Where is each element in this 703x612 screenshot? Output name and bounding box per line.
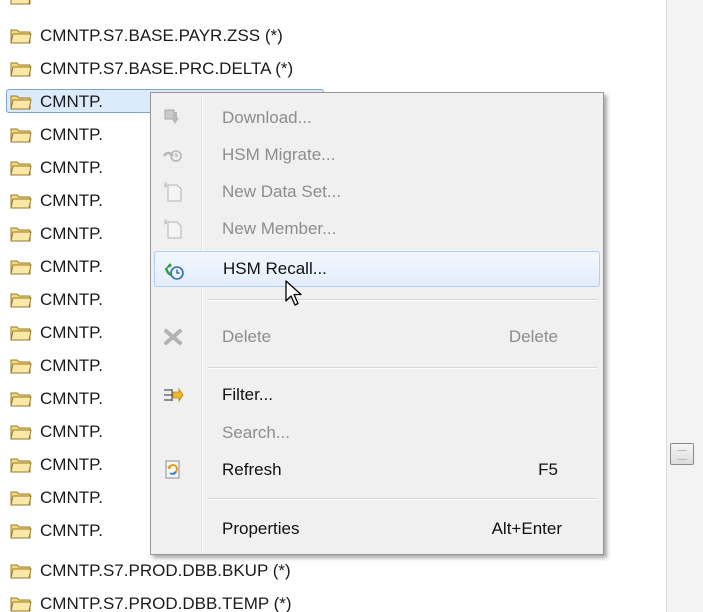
hsm-recall-icon <box>164 263 184 280</box>
folder-icon <box>10 62 32 77</box>
folder-icon <box>10 392 32 407</box>
tree-row[interactable]: CMNTP.S7.PROD.DBB.TEMP (*) <box>0 591 292 612</box>
folder-icon <box>10 597 32 612</box>
tree-row[interactable]: CMNTP. <box>0 353 103 379</box>
folder-icon <box>10 194 32 209</box>
tree-row-label: CMNTP. <box>40 356 103 375</box>
tree-row[interactable]: CMNTP. <box>0 221 103 247</box>
tree-row[interactable]: CMNTP. <box>0 254 103 280</box>
download-icon <box>164 109 179 124</box>
menu-item-label: Delete <box>222 327 272 346</box>
menu-item-accelerator: F5 <box>538 460 558 479</box>
menu-item-delete[interactable]: Delete Delete <box>154 319 600 355</box>
tree-row-label: CMNTP.S7.BASE.PAYR.ZSS (*) <box>40 26 283 45</box>
tree-row-label: CMNTP.S7.BASE.PRC.DELTA (*) <box>40 59 294 78</box>
menu-item-accelerator: Delete <box>508 327 558 346</box>
folder-icon <box>10 0 31 5</box>
menu-item-new-member[interactable]: New Member... <box>154 211 600 247</box>
tree-row[interactable]: CMNTP. <box>0 386 103 412</box>
folder-icon <box>10 161 32 176</box>
tree-row-label: CMNTP. <box>40 224 103 243</box>
tree-row-label: CMNTP. <box>40 389 103 408</box>
menu-item-label: HSM Migrate... <box>222 145 336 164</box>
delete-icon <box>164 329 182 345</box>
tree-row[interactable]: CMNTP. <box>0 122 103 148</box>
menu-item-hsm-migrate[interactable]: HSM Migrate... <box>154 137 600 173</box>
hsm-migrate-icon <box>162 150 182 162</box>
screen: CMNTP.S7.BASE.PAYR.ZSS (*) CMNTP.S7.BASE… <box>0 0 703 612</box>
folder-icon <box>10 29 32 44</box>
tree-row[interactable]: CMNTP. <box>0 320 103 346</box>
tree-row-label: CMNTP. <box>40 323 103 342</box>
tree-row[interactable]: CMNTP. <box>0 452 103 478</box>
folder-icon <box>10 260 32 275</box>
folder-icon <box>10 359 32 374</box>
folder-icon <box>10 425 32 440</box>
menu-item-label: Properties <box>222 519 300 538</box>
menu-item-label: Download... <box>222 108 312 127</box>
tree-row-label: CMNTP. <box>40 422 103 441</box>
tree-row-label: CMNTP. <box>40 290 103 309</box>
tree-row-label: CMNTP. <box>40 488 103 507</box>
tree-row-label: CMNTP.S7.PROD.DBB.TEMP (*) <box>40 594 292 612</box>
tree-row-selected[interactable]: CMNTP. <box>0 89 324 115</box>
menu-separator <box>208 498 597 500</box>
tree-row-label: CMNTP. <box>40 125 103 144</box>
menu-item-label: Filter... <box>222 385 274 404</box>
tree-row-label: CMNTP.S7.PROD.DBB.BKUP (*) <box>40 561 291 580</box>
menu-item-label: Refresh <box>222 460 282 479</box>
tree-row[interactable]: CMNTP.S7.BASE.PRC.DELTA (*) <box>0 56 293 82</box>
menu-item-new-data-set[interactable]: New Data Set... <box>154 174 600 210</box>
tree-row-label: CMNTP. <box>40 92 103 111</box>
scrollbar-thumb[interactable] <box>670 443 694 465</box>
tree-row-label: CMNTP. <box>40 158 103 177</box>
menu-separator <box>208 299 597 301</box>
menu-item-label: HSM Recall... <box>223 259 327 278</box>
context-menu: Download... HSM Migrate... New Data Set.… <box>150 92 604 555</box>
filter-icon <box>164 387 184 403</box>
menu-item-filter[interactable]: Filter... <box>154 377 600 413</box>
menu-item-label: New Data Set... <box>222 182 342 201</box>
tree-row[interactable]: CMNTP. <box>0 287 103 313</box>
tree-row[interactable]: CMNTP. <box>0 155 103 181</box>
tree-row-clipped-top[interactable] <box>0 0 40 10</box>
right-pane <box>666 0 703 612</box>
folder-icon <box>10 491 32 506</box>
menu-item-label: Search... <box>222 423 291 442</box>
menu-item-hsm-recall[interactable]: HSM Recall... <box>154 251 600 287</box>
folder-icon <box>10 95 32 110</box>
menu-item-refresh[interactable]: Refresh F5 <box>154 452 600 488</box>
new-dataset-icon <box>163 182 182 202</box>
folder-icon <box>10 326 32 341</box>
folder-icon <box>10 227 32 242</box>
menu-item-properties[interactable]: Properties Alt+Enter <box>154 511 600 547</box>
menu-item-accelerator: Alt+Enter <box>491 519 562 538</box>
mouse-pointer-icon <box>285 280 302 306</box>
tree-row-label: CMNTP. <box>40 521 103 540</box>
new-member-icon <box>163 219 182 239</box>
tree-row[interactable]: CMNTP. <box>0 485 103 511</box>
refresh-icon <box>165 460 180 479</box>
tree-row[interactable]: CMNTP. <box>0 188 103 214</box>
menu-item-download[interactable]: Download... <box>154 100 600 136</box>
tree-row-label: CMNTP. <box>40 455 103 474</box>
tree-row[interactable]: CMNTP.S7.BASE.PAYR.ZSS (*) <box>0 23 283 49</box>
menu-separator <box>208 367 597 369</box>
tree-row[interactable]: CMNTP.S7.PROD.DBB.BKUP (*) <box>0 558 291 584</box>
folder-icon <box>10 128 32 143</box>
folder-icon <box>10 458 32 473</box>
tree-row-label: CMNTP. <box>40 257 103 276</box>
tree-row-label: CMNTP. <box>40 191 103 210</box>
tree-row[interactable]: CMNTP. <box>0 419 103 445</box>
menu-item-search[interactable]: Search... <box>154 415 600 451</box>
folder-icon <box>10 293 32 308</box>
folder-icon <box>10 564 32 579</box>
menu-item-label: New Member... <box>222 219 337 238</box>
folder-icon <box>10 524 32 539</box>
tree-row[interactable]: CMNTP. <box>0 518 103 544</box>
